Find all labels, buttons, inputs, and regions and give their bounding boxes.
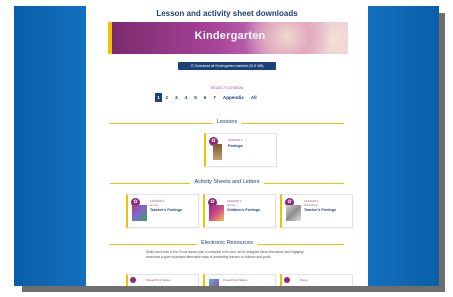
resource-card-label: PowerPoint Slides xyxy=(146,278,171,282)
activity-card-type: Worksheet xyxy=(304,203,319,207)
screenshot-frame: Lesson and activity sheet downloads Kind… xyxy=(14,6,439,286)
activity-heading: Activity Sheets and Letters xyxy=(110,179,344,187)
activity-card-3[interactable]: ✿ LESSON 1 Worksheet Teacher's Feelings xyxy=(280,194,353,228)
pager-item-4[interactable]: 4 xyxy=(181,93,191,102)
electronic-heading: Electronic Resources xyxy=(110,240,344,248)
activity-thumbnail xyxy=(209,205,224,221)
activity-thumbnail xyxy=(132,205,147,221)
lesson-card-title: Feelings xyxy=(228,144,243,148)
resource-thumbnail xyxy=(209,279,219,286)
pager-item-1[interactable]: 1 xyxy=(155,93,162,102)
pager-item-7[interactable]: 7 xyxy=(210,93,220,102)
pager-item-6[interactable]: 6 xyxy=(200,93,210,102)
pager-item-all[interactable]: All xyxy=(247,93,260,102)
lesson-badge-icon xyxy=(284,277,290,283)
pager-item-appendix[interactable]: Appendix xyxy=(219,93,247,102)
lessons-heading-text: Lessons xyxy=(212,119,242,125)
electronic-description: While each links in the Focus lesson pla… xyxy=(146,250,304,259)
resource-card-label: PowerPoint Slides xyxy=(223,278,248,282)
lesson-card-feelings[interactable]: ✿ LESSON 1 Feelings xyxy=(204,133,277,167)
page-title: Lesson and activity sheet downloads xyxy=(156,9,298,18)
activity-heading-text: Activity Sheets and Letters xyxy=(190,179,264,185)
resource-card-label: Music xyxy=(300,278,308,282)
page-content[interactable]: Lesson and activity sheet downloads Kind… xyxy=(86,6,368,286)
banner-title: Kindergarten xyxy=(194,30,266,42)
lesson-pager: 1 2 3 4 5 6 7 Appendix All xyxy=(155,93,260,102)
activity-card-type: Home xyxy=(150,203,159,207)
lesson-card-meta: LESSON 1 xyxy=(228,138,243,142)
download-all-label: Download all Kindergarten material (31.6… xyxy=(194,64,264,68)
activity-card-2[interactable]: ✿ LESSON 1 Home Children's Feelings xyxy=(203,194,276,228)
activity-card-type: Home xyxy=(227,203,236,207)
lesson-thumbnail xyxy=(213,144,222,160)
pager-item-5[interactable]: 5 xyxy=(191,93,201,102)
electronic-heading-text: Electronic Resources xyxy=(197,240,257,246)
resource-card-3[interactable]: Music xyxy=(280,274,353,286)
download-all-button[interactable]: ⊙Download all Kindergarten material (31.… xyxy=(178,62,276,70)
download-icon: ⊙ xyxy=(190,63,194,68)
activity-card-title: Children's Feelings xyxy=(227,208,261,212)
activity-card-1[interactable]: ✿ LESSON 1 Home Teacher's Feelings xyxy=(126,194,199,228)
activity-card-title: Teacher's Feelings xyxy=(304,208,336,212)
pager-item-2[interactable]: 2 xyxy=(162,93,172,102)
activity-thumbnail xyxy=(286,205,301,221)
grade-banner: Kindergarten xyxy=(108,22,348,54)
pager-item-3[interactable]: 3 xyxy=(172,93,182,102)
activity-card-title: Teacher's Feelings xyxy=(150,208,182,212)
select-lesson-label: SELECT LESSON xyxy=(210,85,244,90)
resource-card-2[interactable]: PowerPoint Slides xyxy=(203,274,276,286)
resource-card-1[interactable]: PowerPoint Slides xyxy=(126,274,199,286)
lesson-badge-icon xyxy=(130,277,136,283)
lessons-heading: Lessons xyxy=(110,119,344,127)
